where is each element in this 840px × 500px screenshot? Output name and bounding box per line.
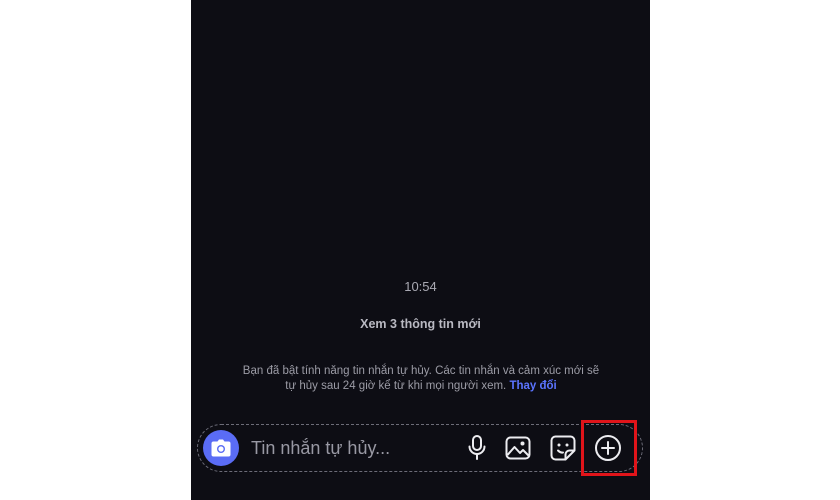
change-setting-link[interactable]: Thay đổi [509, 380, 556, 392]
voice-message-button[interactable] [463, 434, 491, 462]
sticker-icon [550, 435, 576, 461]
camera-button[interactable] [203, 430, 239, 466]
camera-icon [211, 439, 231, 457]
message-composer [197, 424, 643, 472]
microphone-icon [468, 435, 486, 460]
message-input[interactable] [251, 436, 441, 460]
message-timestamp: 10:54 [404, 279, 437, 294]
view-new-info-link[interactable]: Xem 3 thông tin mới [191, 317, 650, 331]
highlight-box [581, 420, 637, 476]
gallery-button[interactable] [504, 434, 532, 462]
vanish-mode-notice: Bạn đã bật tính năng tin nhắn tự hủy. Cá… [241, 364, 601, 393]
sticker-button[interactable] [549, 434, 577, 462]
image-icon [505, 436, 531, 460]
